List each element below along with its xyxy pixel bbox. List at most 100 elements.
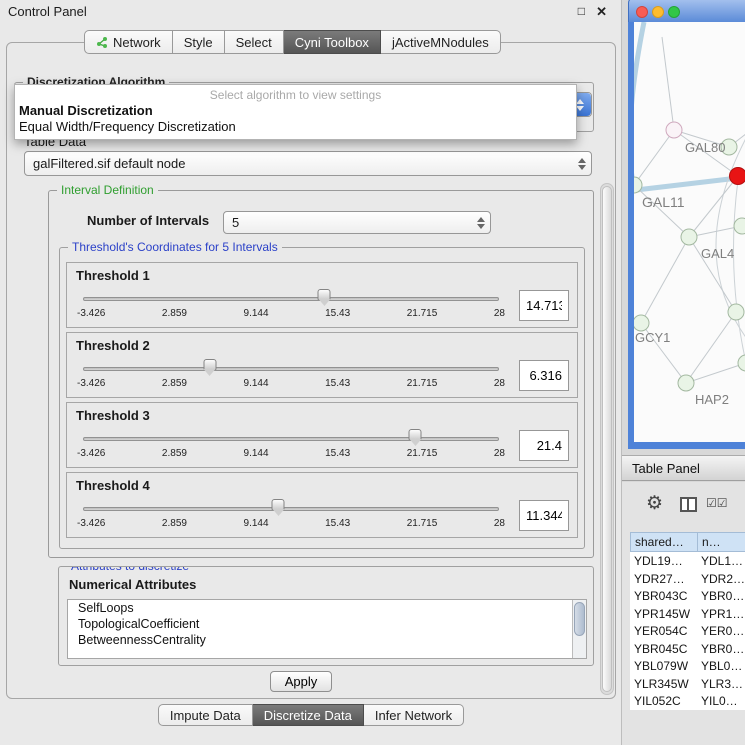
tick-label: 28 <box>494 448 505 459</box>
threshold-2-value-input[interactable] <box>519 360 569 391</box>
list-item[interactable]: TopologicalCoefficient <box>68 616 586 632</box>
tab-jactivemodules[interactable]: jActiveMNodules <box>381 30 501 54</box>
slider-thumb[interactable] <box>318 289 331 300</box>
table-cell[interactable]: YBR043C <box>630 587 697 605</box>
table-data-combobox[interactable]: galFiltered.sif default node <box>24 151 592 176</box>
close-window-icon[interactable]: ✕ <box>596 4 607 20</box>
table-cell[interactable]: YBR0… <box>697 587 745 605</box>
control-panel-titlebar: Control Panel □ ✕ <box>0 0 621 24</box>
table-row[interactable]: YDL19… YDL1… <box>630 552 745 570</box>
tab-label: Select <box>236 35 272 50</box>
table-cell[interactable]: YDR27… <box>630 570 697 588</box>
float-window-icon[interactable]: □ <box>578 4 585 18</box>
list-item[interactable]: SelfLoops <box>68 600 586 616</box>
threshold-3-slider[interactable]: -3.426 2.859 9.144 15.43 21.715 28 <box>77 426 505 464</box>
threshold-label: Threshold 1 <box>76 268 150 283</box>
slider-thumb[interactable] <box>203 359 216 370</box>
tab-label: Discretize Data <box>264 708 352 723</box>
tab-label: Network <box>113 35 161 50</box>
tab-impute-data[interactable]: Impute Data <box>158 704 253 726</box>
tick-label: 2.859 <box>162 378 187 389</box>
node-table: shared… n… YDL19… YDL1… YDR27… YDR2… YBR… <box>630 532 745 710</box>
table-cell[interactable]: YBR045C <box>630 640 697 658</box>
table-panel-toolbar: ⚙ ☑☑ <box>622 490 745 524</box>
network-node[interactable] <box>666 122 683 139</box>
control-panel-window: Control Panel □ ✕ Network Style Select <box>0 0 622 745</box>
table-cell[interactable]: YIL052C <box>630 692 697 710</box>
table-cell[interactable]: YLR3… <box>697 675 745 693</box>
table-row[interactable]: YIL052C YIL0… <box>630 692 745 710</box>
tab-network[interactable]: Network <box>84 30 173 54</box>
table-cell[interactable]: YLR345W <box>630 675 697 693</box>
slider-track[interactable] <box>83 507 499 511</box>
slider-scale: -3.426 2.859 9.144 15.43 21.715 28 <box>77 378 505 389</box>
table-cell[interactable]: YDR2… <box>697 570 745 588</box>
threshold-4-value-input[interactable] <box>519 500 569 531</box>
number-of-intervals-combobox[interactable]: 5 <box>223 211 491 234</box>
table-row[interactable]: YDR27… YDR2… <box>630 570 745 588</box>
table-cell[interactable]: YBL079W <box>630 657 697 675</box>
list-item[interactable]: BetweennessCentrality <box>68 632 586 648</box>
threshold-1-slider[interactable]: -3.426 2.859 9.144 15.43 21.715 28 <box>77 286 505 324</box>
tab-select[interactable]: Select <box>225 30 284 54</box>
network-canvas[interactable]: GAL80 GAL11 GAL4 GCY1 HAP2 <box>628 22 745 449</box>
table-cell[interactable]: YDL19… <box>630 552 697 570</box>
close-traffic-light[interactable] <box>636 6 648 18</box>
table-cell[interactable]: YDL1… <box>697 552 745 570</box>
table-cell[interactable]: YIL0… <box>697 692 745 710</box>
columns-icon[interactable] <box>680 497 697 512</box>
table-cell[interactable]: YER0… <box>697 622 745 640</box>
network-node-selected-red[interactable] <box>729 167 745 185</box>
slider-track[interactable] <box>83 367 499 371</box>
table-row[interactable]: YER054C YER0… <box>630 622 745 640</box>
tick-label: 21.715 <box>407 378 438 389</box>
minimize-traffic-light[interactable] <box>652 6 664 18</box>
network-view-window: GAL80 GAL11 GAL4 GCY1 HAP2 <box>628 0 745 449</box>
tab-cyni-toolbox[interactable]: Cyni Toolbox <box>284 30 381 54</box>
network-node[interactable] <box>728 304 745 321</box>
threshold-2-slider[interactable]: -3.426 2.859 9.144 15.43 21.715 28 <box>77 356 505 394</box>
column-header[interactable]: shared… <box>630 532 697 552</box>
network-node[interactable] <box>633 315 650 332</box>
table-row[interactable]: YBL079W YBL0… <box>630 657 745 675</box>
threshold-4-slider[interactable]: -3.426 2.859 9.144 15.43 21.715 28 <box>77 496 505 534</box>
dropdown-placeholder: Select algorithm to view settings <box>15 87 576 103</box>
dropdown-option-manual[interactable]: Manual Discretization <box>15 103 576 119</box>
tab-discretize-data[interactable]: Discretize Data <box>253 704 364 726</box>
slider-thumb[interactable] <box>272 499 285 510</box>
tab-infer-network[interactable]: Infer Network <box>364 704 464 726</box>
tick-label: 21.715 <box>407 518 438 529</box>
network-node[interactable] <box>681 229 698 246</box>
panel-scrollbar[interactable] <box>600 183 614 695</box>
tab-style[interactable]: Style <box>173 30 225 54</box>
network-window-titlebar[interactable] <box>628 0 745 22</box>
table-row[interactable]: YBR045C YBR0… <box>630 640 745 658</box>
tick-label: -3.426 <box>77 378 105 389</box>
slider-track[interactable] <box>83 297 499 301</box>
threshold-3-value-input[interactable] <box>519 430 569 461</box>
column-header[interactable]: n… <box>697 532 745 552</box>
group-title: Threshold's Coordinates for 5 Intervals <box>68 240 282 254</box>
tick-label: -3.426 <box>77 518 105 529</box>
list-scrollbar[interactable] <box>572 600 586 658</box>
network-node[interactable] <box>678 375 695 392</box>
threshold-1-value-input[interactable] <box>519 290 569 321</box>
apply-button[interactable]: Apply <box>270 671 332 692</box>
network-node[interactable] <box>734 218 745 235</box>
attributes-group: Attributes to discretize Numerical Attri… <box>58 566 594 666</box>
slider-thumb[interactable] <box>409 429 422 440</box>
gear-icon[interactable]: ⚙ <box>646 492 663 515</box>
table-cell[interactable]: YBL0… <box>697 657 745 675</box>
select-columns-icon[interactable]: ☑☑ <box>706 496 728 510</box>
tick-label: 2.859 <box>162 308 187 319</box>
table-row[interactable]: YLR345W YLR3… <box>630 675 745 693</box>
dropdown-option-equal-width[interactable]: Equal Width/Frequency Discretization <box>15 119 576 135</box>
table-cell[interactable]: YPR1… <box>697 605 745 623</box>
slider-track[interactable] <box>83 437 499 441</box>
zoom-traffic-light[interactable] <box>668 6 680 18</box>
table-row[interactable]: YPR145W YPR1… <box>630 605 745 623</box>
table-cell[interactable]: YER054C <box>630 622 697 640</box>
table-cell[interactable]: YBR0… <box>697 640 745 658</box>
table-row[interactable]: YBR043C YBR0… <box>630 587 745 605</box>
table-cell[interactable]: YPR145W <box>630 605 697 623</box>
